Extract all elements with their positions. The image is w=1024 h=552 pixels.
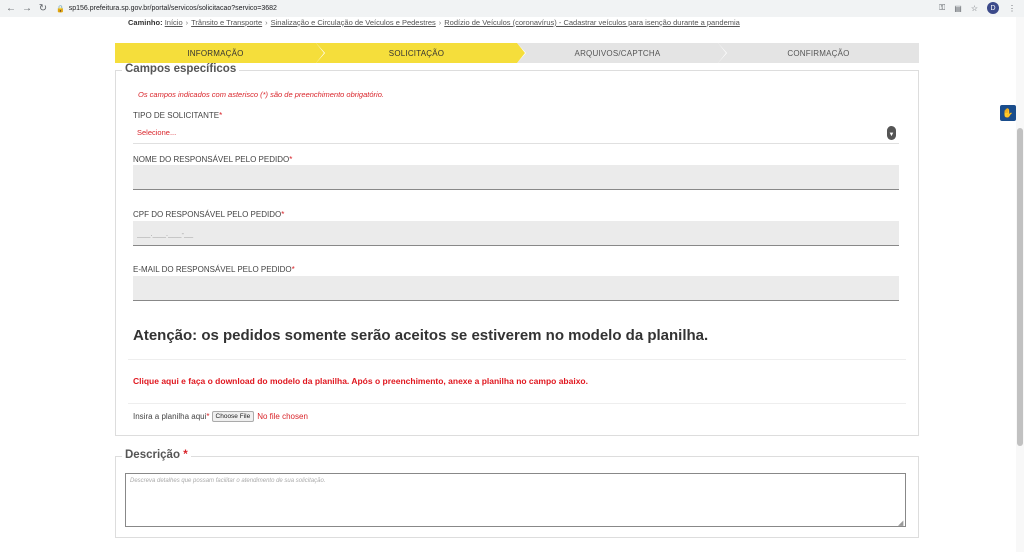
- sign-language-icon[interactable]: ✋: [1000, 105, 1016, 121]
- tipo-solicitante-label: TIPO DE SOLICITANTE*: [133, 111, 222, 120]
- dropdown-arrow-icon[interactable]: ▼: [887, 126, 896, 140]
- tipo-solicitante-select[interactable]: Selecione... ▼: [133, 122, 899, 144]
- browser-toolbar: ← → ↻ 🔒 sp156.prefeitura.sp.gov.br/porta…: [0, 0, 1024, 17]
- attention-heading: Atenção: os pedidos somente serão aceito…: [133, 327, 709, 344]
- required-asterisk: *: [291, 265, 295, 274]
- cpf-responsavel-label-text: CPF DO RESPONSÁVEL PELO PEDIDO: [133, 210, 282, 219]
- breadcrumb: Caminho: Início › Trânsito e Transporte › Si…: [128, 18, 740, 27]
- required-asterisk: *: [219, 111, 223, 120]
- divider: [128, 359, 906, 360]
- file-upload-label: Insira a planilha aqui: [133, 412, 207, 421]
- wizard-steps: INFORMAÇÃO SOLICITAÇÃO ARQUIVOS/CAPTCHA …: [115, 43, 919, 63]
- breadcrumb-link-sinalizacao[interactable]: Sinalização e Circulação de Veículos e P…: [271, 18, 436, 27]
- nome-responsavel-input[interactable]: [133, 165, 899, 190]
- address-bar[interactable]: 🔒 sp156.prefeitura.sp.gov.br/portal/serv…: [56, 2, 277, 16]
- cpf-responsavel-label: CPF DO RESPONSÁVEL PELO PEDIDO*: [133, 210, 284, 219]
- breadcrumb-link-rodizio[interactable]: Rodízio de Veículos (coronavírus) - Cada…: [444, 18, 740, 27]
- email-responsavel-input[interactable]: [133, 276, 899, 301]
- step-label: CONFIRMAÇÃO: [787, 48, 850, 58]
- browser-actions: ⚿ ▤ ☆ D ⋮: [939, 2, 1016, 14]
- required-asterisk: *: [281, 210, 285, 219]
- menu-kebab-icon[interactable]: ⋮: [1008, 4, 1016, 13]
- file-status: No file chosen: [257, 412, 308, 421]
- email-responsavel-label-text: E-MAIL DO RESPONSÁVEL PELO PEDIDO: [133, 265, 292, 274]
- page: ← → ↻ 🔒 sp156.prefeitura.sp.gov.br/porta…: [0, 0, 1024, 552]
- back-icon[interactable]: ←: [4, 2, 18, 16]
- step-confirmacao: CONFIRMAÇÃO: [718, 43, 919, 63]
- step-arquivos-captcha: ARQUIVOS/CAPTCHA: [517, 43, 727, 63]
- choose-file-button[interactable]: Choose File: [211, 411, 255, 422]
- tipo-solicitante-label-text: TIPO DE SOLICITANTE: [133, 111, 220, 120]
- divider: [128, 403, 906, 404]
- file-upload-row: Insira a planilha aqui * Choose File No f…: [133, 411, 308, 422]
- tipo-solicitante-selected: Selecione...: [137, 128, 177, 137]
- descricao-textarea[interactable]: [125, 473, 906, 527]
- breadcrumb-separator-icon: ›: [185, 18, 189, 27]
- reload-icon[interactable]: ↻: [36, 2, 50, 16]
- url-text: sp156.prefeitura.sp.gov.br/portal/servic…: [68, 5, 277, 12]
- lock-icon: 🔒: [56, 5, 65, 13]
- breadcrumb-link-inicio[interactable]: Início: [165, 18, 183, 27]
- breadcrumb-separator-icon: ›: [265, 18, 268, 27]
- breadcrumb-link-transito[interactable]: Trânsito e Transporte: [191, 18, 262, 27]
- required-asterisk: *: [289, 155, 293, 164]
- download-model-link[interactable]: Clique aqui e faça o download do modelo …: [133, 376, 588, 386]
- key-icon[interactable]: ⚿: [939, 3, 945, 13]
- required-fields-note: Os campos indicados com asterisco (*) sã…: [138, 90, 384, 99]
- forward-icon[interactable]: →: [20, 2, 34, 16]
- scrollbar-thumb[interactable]: [1017, 128, 1023, 446]
- campos-especificos-legend: Campos específicos: [122, 63, 240, 75]
- cpf-responsavel-input[interactable]: [133, 221, 899, 246]
- resize-handle-icon[interactable]: ◢: [898, 519, 903, 527]
- profile-avatar[interactable]: D: [987, 2, 999, 14]
- bookmark-star-icon[interactable]: ☆: [971, 4, 978, 13]
- step-label: INFORMAÇÃO: [187, 48, 244, 58]
- nome-responsavel-label: NOME DO RESPONSÁVEL PELO PEDIDO*: [133, 155, 292, 164]
- descricao-legend-text: Descrição: [125, 449, 180, 461]
- nome-responsavel-label-text: NOME DO RESPONSÁVEL PELO PEDIDO: [133, 155, 290, 164]
- breadcrumb-label: Caminho:: [128, 18, 163, 27]
- email-responsavel-label: E-MAIL DO RESPONSÁVEL PELO PEDIDO*: [133, 265, 295, 274]
- step-label: ARQUIVOS/CAPTCHA: [574, 48, 661, 58]
- descricao-legend: Descrição *: [122, 449, 191, 461]
- step-label: SOLICITAÇÃO: [388, 48, 445, 58]
- breadcrumb-separator-icon: ›: [438, 18, 442, 27]
- step-informacao: INFORMAÇÃO: [115, 43, 325, 63]
- translate-icon[interactable]: ▤: [954, 4, 962, 13]
- required-asterisk: *: [206, 412, 210, 421]
- step-solicitacao: SOLICITAÇÃO: [316, 43, 526, 63]
- required-asterisk: *: [183, 449, 188, 461]
